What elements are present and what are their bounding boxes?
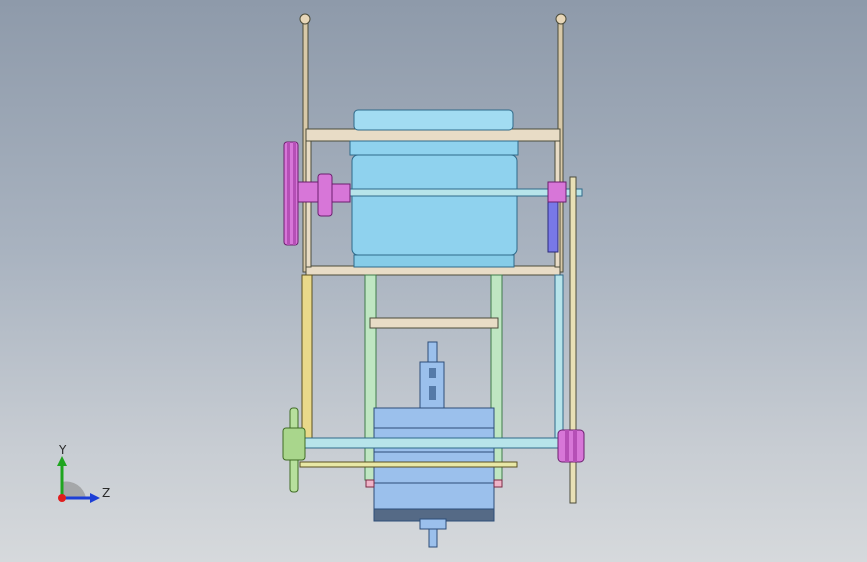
axis-y-label: Y <box>59 443 67 457</box>
drum[interactable] <box>373 407 495 548</box>
cad-viewport[interactable]: Y Z <box>0 0 867 562</box>
pin-left[interactable] <box>365 479 375 488</box>
assembly-model[interactable] <box>0 0 867 562</box>
pin-right[interactable] <box>493 479 503 488</box>
right-lower-pulley[interactable] <box>557 429 585 463</box>
left-motor-pulley[interactable] <box>283 141 351 246</box>
lower-rod[interactable] <box>299 461 518 468</box>
axis-z-label: Z <box>102 486 111 500</box>
lower-shaft[interactable] <box>299 437 571 449</box>
motor-shaft[interactable] <box>309 188 583 197</box>
drum-bracket[interactable] <box>419 341 445 411</box>
